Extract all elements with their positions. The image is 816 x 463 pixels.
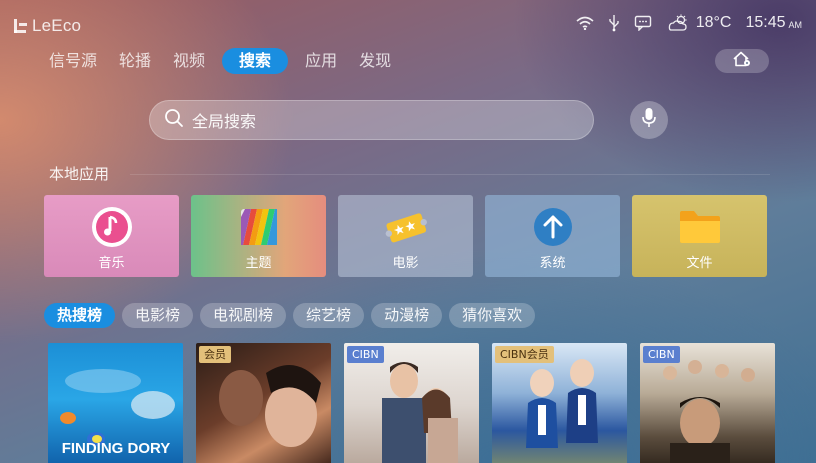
tab-tv-ranking[interactable]: 电视剧榜 [200,303,287,328]
logo-text: LeEco [32,16,82,35]
main-nav: 信号源 轮播 视频 搜索 应用 发现 [40,48,400,74]
app-label: 系统 [539,256,566,271]
temperature: 18°C [695,14,732,31]
app-tile-theme[interactable]: 主题 [191,195,326,277]
search-placeholder: 全局搜索 [192,112,257,131]
microphone-icon [641,107,657,133]
nav-tab-apps[interactable]: 应用 [296,48,346,74]
status-bar: 18°C 15:45 AM [576,14,802,32]
cibn-badge: CIBN [643,346,680,363]
theme-icon [237,205,281,249]
cibn-badge: CIBN [347,346,384,363]
section-divider [130,174,770,175]
tab-anime-ranking[interactable]: 动漫榜 [371,303,443,328]
wifi-icon [576,16,594,30]
system-update-icon [531,205,575,249]
app-label: 文件 [686,256,713,271]
ampm: AM [788,20,803,30]
leeco-logo-icon [14,19,28,33]
tab-movie-ranking[interactable]: 电影榜 [122,303,194,328]
music-icon [90,205,134,249]
message-icon [634,15,652,31]
home-settings-button[interactable] [715,49,769,73]
clock: 15:45 AM [745,14,802,32]
tab-hot-search[interactable]: 热搜榜 [44,303,116,328]
app-tile-movie[interactable]: 电影 [338,195,473,277]
poster-card[interactable]: CIBN [640,343,775,463]
local-apps-row: 音乐 主题 电影 系统 文件 [44,195,767,277]
poster-card[interactable]: 会员 [196,343,331,463]
poster-row: FINDING DORY 会员 CIBN CIBN会员 CIBN [48,343,775,463]
poster-card[interactable]: FINDING DORY [48,343,183,463]
folder-icon [678,205,722,249]
voice-search-button[interactable] [630,101,668,139]
poster-artwork: FINDING DORY [60,369,175,457]
ranking-tabs: 热搜榜 电影榜 电视剧榜 综艺榜 动漫榜 猜你喜欢 [44,303,536,328]
cibn-vip-badge: CIBN会员 [495,346,554,363]
app-tile-music[interactable]: 音乐 [44,195,179,277]
poster-card[interactable]: CIBN [344,343,479,463]
time: 15:45 [745,14,786,31]
home-settings-icon [731,50,753,72]
nav-tab-search[interactable]: 搜索 [222,48,289,74]
tab-variety-ranking[interactable]: 综艺榜 [293,303,365,328]
nav-tab-carousel[interactable]: 轮播 [110,48,160,74]
poster-card[interactable]: CIBN会员 [492,343,627,463]
leeco-logo: LeEco [14,16,81,36]
usb-icon [608,14,620,32]
global-search-input[interactable]: 全局搜索 [149,100,594,140]
app-label: 电影 [392,256,419,271]
partly-cloudy-icon [666,14,690,32]
app-tile-system[interactable]: 系统 [485,195,620,277]
app-label: 主题 [245,256,272,271]
poster-title: FINDING DORY [62,440,171,457]
movie-ticket-icon [384,205,428,249]
nav-tab-source[interactable]: 信号源 [40,48,106,74]
search-icon [164,108,184,132]
nav-tab-discover[interactable]: 发现 [350,48,400,74]
tab-recommended[interactable]: 猜你喜欢 [449,303,536,328]
nav-tab-video[interactable]: 视频 [164,48,214,74]
app-tile-file[interactable]: 文件 [632,195,767,277]
section-title-local-apps: 本地应用 [49,165,110,183]
app-label: 音乐 [98,256,125,271]
vip-badge: 会员 [199,346,231,363]
